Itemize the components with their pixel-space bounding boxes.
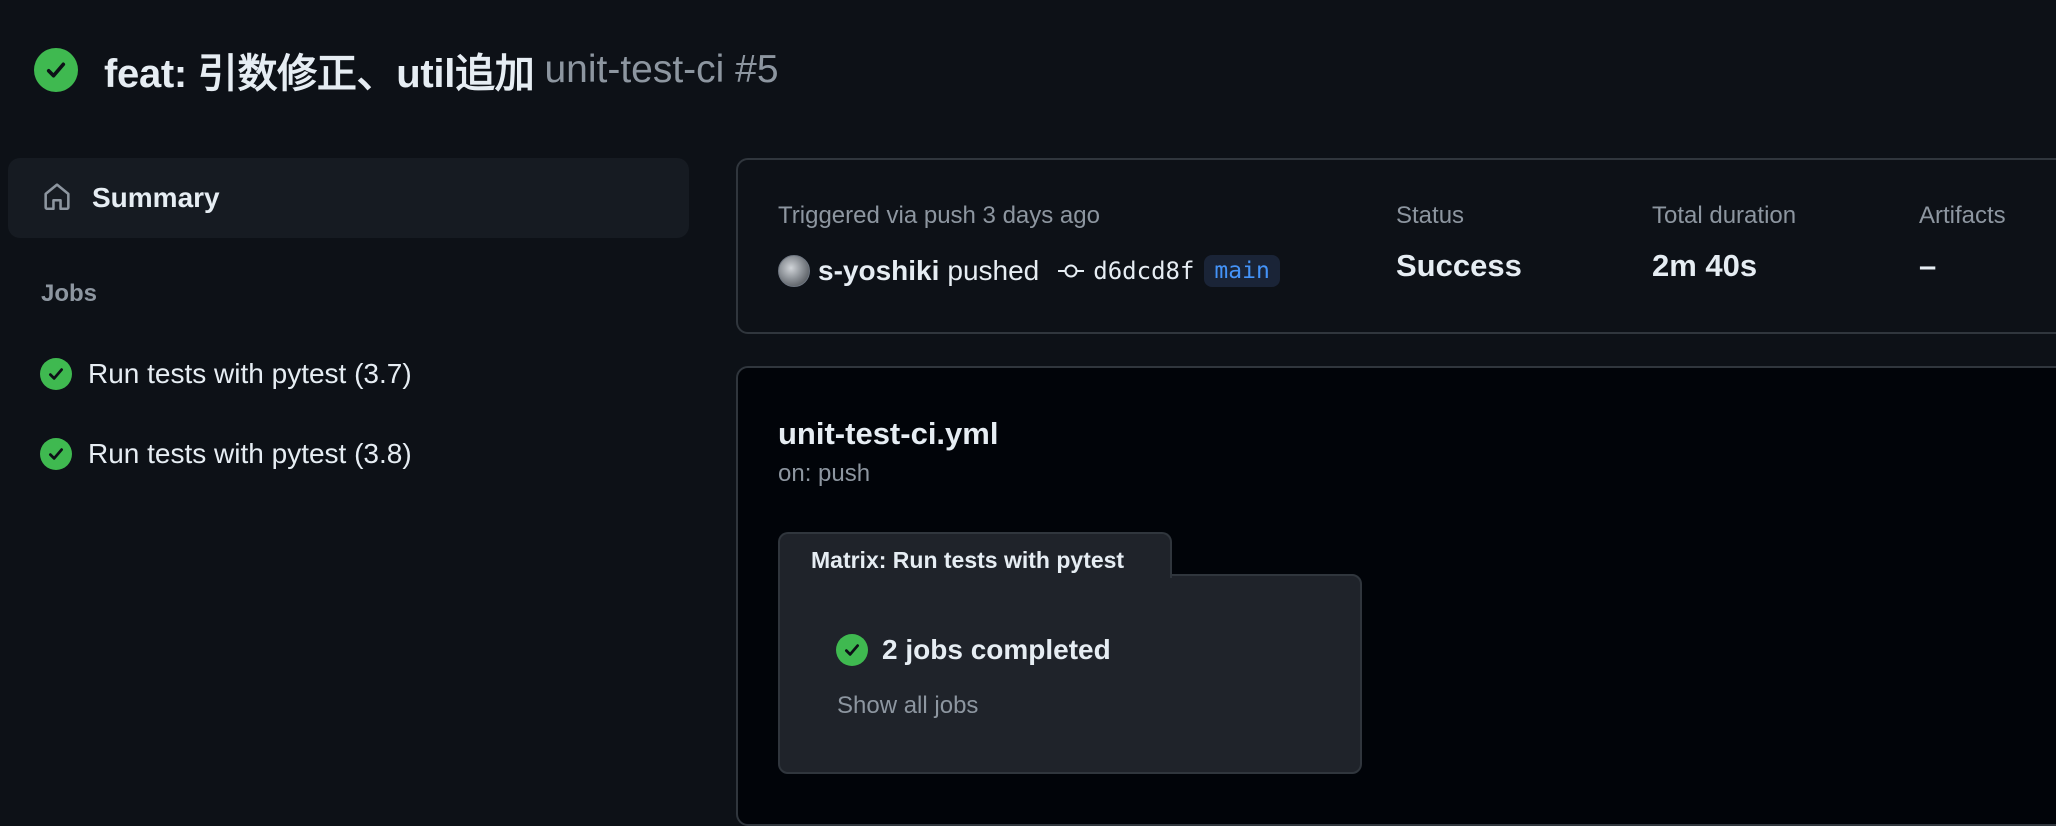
commit-sha-link[interactable]: d6dcd8f [1093,257,1194,285]
sidebar-job-item[interactable]: Run tests with pytest (3.7) [8,346,689,402]
push-details: s-yoshiki pushed d6dcd8f main [778,252,1280,290]
workflow-file-name[interactable]: unit-test-ci.yml [778,416,998,452]
matrix-summary-label: 2 jobs completed [882,634,1111,665]
pusher-link[interactable]: s-yoshiki [818,255,939,287]
job-label: Run tests with pytest (3.8) [88,438,412,469]
sidebar-item-summary[interactable]: Summary [8,158,689,238]
duration-stat: Total duration 2m 40s [1652,202,1796,284]
avatar[interactable] [778,255,810,287]
status-label: Status [1396,202,1465,229]
workflow-run-label: unit-test-ci #5 [544,48,779,91]
jobs-heading: Jobs [41,280,98,307]
job-label: Run tests with pytest (3.7) [88,358,412,389]
status-stat: Status Success [1396,202,1522,284]
home-icon [40,179,74,218]
duration-label: Total duration [1652,202,1797,229]
workflow-trigger: on: push [778,460,871,487]
workflow-graph-card: unit-test-ci.yml on: push Matrix: Run te… [736,366,2056,826]
sidebar-job-item[interactable]: Run tests with pytest (3.8) [8,426,689,482]
branch-badge[interactable]: main [1204,255,1280,287]
show-all-jobs-button[interactable]: Show all jobs [837,692,978,720]
check-circle-icon [40,358,72,390]
check-circle-icon [836,634,868,666]
run-header: feat: 引数修正、util追加 unit-test-ci #5 [34,44,779,96]
push-action: pushed [947,255,1040,286]
matrix-summary: 2 jobs completed [836,634,1111,666]
artifacts-value: – [1919,248,1937,283]
check-circle-icon [34,48,78,92]
trigger-info: Triggered via push 3 days ago [778,202,1100,229]
duration-value: 2m 40s [1652,248,1758,283]
git-commit-icon [1057,261,1085,281]
sidebar: Summary Jobs Run tests with pytest (3.7)… [8,158,689,482]
matrix-title-tab: Matrix: Run tests with pytest [778,532,1172,578]
artifacts-stat: Artifacts – [1919,202,2006,284]
matrix-title: Matrix: Run tests with pytest [811,547,1125,573]
status-value: Success [1396,248,1522,283]
artifacts-label: Artifacts [1919,202,2006,229]
check-circle-icon [40,438,72,470]
matrix-job-group: 2 jobs completed Show all jobs [778,574,1362,774]
commit-message-title: feat: 引数修正、util追加 [104,52,535,96]
sidebar-item-label: Summary [92,182,220,213]
run-summary-card: Triggered via push 3 days ago s-yoshiki … [736,158,2056,334]
